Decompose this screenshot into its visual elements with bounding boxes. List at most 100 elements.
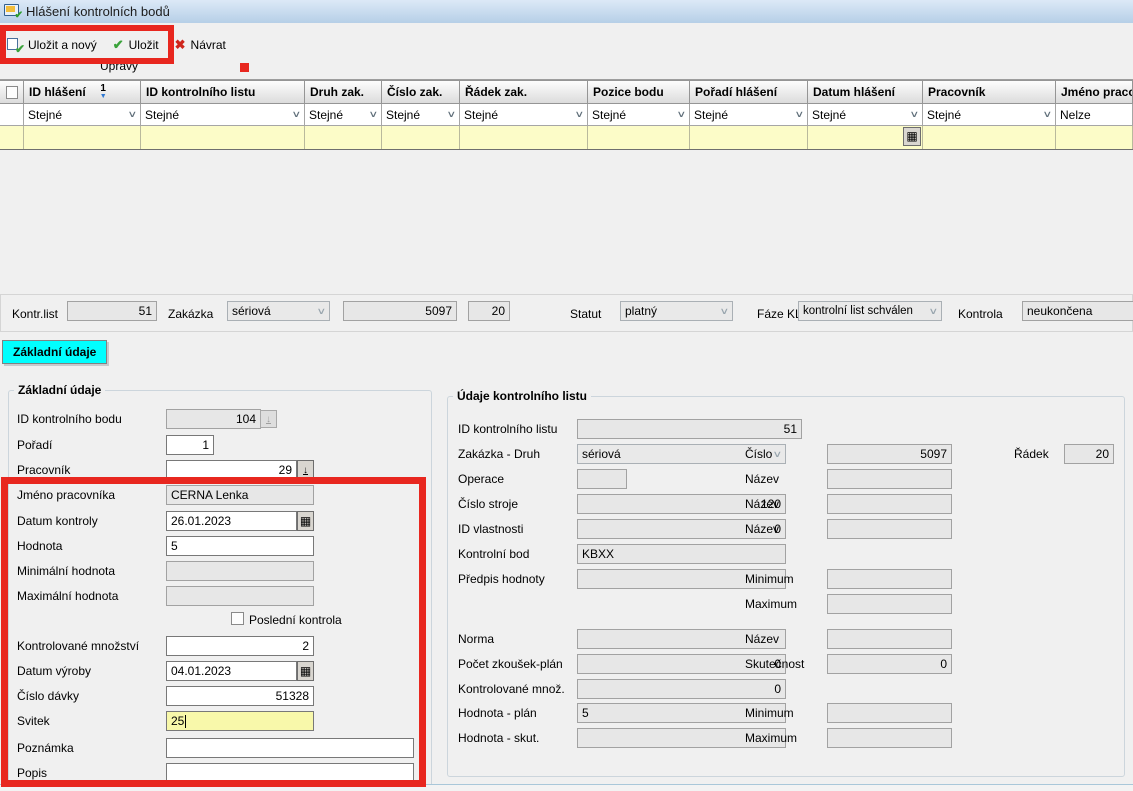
minimum-label: Minimum xyxy=(745,572,794,586)
filter-select xyxy=(0,104,24,126)
app-window: ✔ Hlášení kontrolních bodů ✔ Uložit a no… xyxy=(0,0,1133,791)
cislo-field: 5097 xyxy=(827,444,952,464)
kontrola-label: Kontrola xyxy=(958,307,1003,321)
kontrolni-bod-field: KBXX xyxy=(577,544,786,564)
filter-pracovnik[interactable]: Stejné ∨ xyxy=(923,104,1056,126)
app-icon: ✔ xyxy=(4,4,21,19)
filter-id-hlaseni[interactable]: Stejné ∨ xyxy=(24,104,141,126)
filter-pozice-bodu[interactable]: Stejné ∨ xyxy=(588,104,690,126)
grid-cell-pracovnik[interactable] xyxy=(923,126,1056,149)
grid-cell-id-kontrolniho-listu[interactable] xyxy=(141,126,305,149)
chevron-down-icon: ∨ xyxy=(1043,109,1053,120)
grid-column-radek-zak: Řádek zak. Stejné ∨ xyxy=(460,81,588,149)
grid-cell-id-hlaseni[interactable] xyxy=(24,126,141,149)
maximum-field xyxy=(827,594,952,614)
column-header-cislo-zak[interactable]: Číslo zak. xyxy=(382,81,460,104)
minimum-field xyxy=(827,703,952,723)
filter-datum-hlaseni[interactable]: Stejné ∨ xyxy=(808,104,923,126)
grid-column-druh-zak: Druh zak. Stejné ∨ xyxy=(305,81,382,149)
grid-cell-jmeno-pracovnika[interactable] xyxy=(1056,126,1133,149)
id-kontrolniho-bodu-label: ID kontrolního bodu xyxy=(17,412,122,426)
faze-kl-dropdown: kontrolní list schválen∨ xyxy=(798,301,942,321)
kontrolovane-mnoz-label: Kontrolované množ. xyxy=(458,682,565,696)
grid-column-jmeno-pracovnika: Jméno pracovníka Nelze xyxy=(1056,81,1133,149)
chevron-down-icon: ∨ xyxy=(292,109,302,120)
grid-cell-poradi-hlaseni[interactable] xyxy=(690,126,808,149)
zakazka-radek-field: 20 xyxy=(468,301,510,321)
column-header-datum-hlaseni[interactable]: Datum hlášení xyxy=(808,81,923,104)
column-header-pracovnik[interactable]: Pracovník xyxy=(923,81,1056,104)
filter-poradi-hlaseni[interactable]: Stejné ∨ xyxy=(690,104,808,126)
norma-label: Norma xyxy=(458,632,494,646)
arrow-down-icon: ↓ xyxy=(303,465,308,476)
skutecnost-label: Skutečnost xyxy=(745,657,804,671)
id-kontrolniho-listu-field: 51 xyxy=(577,419,802,439)
select-all-header xyxy=(0,81,24,104)
id-kontrolniho-bodu-spin-button: ↓ xyxy=(260,410,277,428)
calendar-icon: ▦ xyxy=(906,131,917,142)
maximum-field xyxy=(827,728,952,748)
column-header-id-hlaseni[interactable]: ID hlášení 1 ▼ xyxy=(24,81,141,104)
kontrolni-bod-label: Kontrolní bod xyxy=(458,547,529,561)
column-header-id-kontrolniho-listu[interactable]: ID kontrolního listu xyxy=(141,81,305,104)
radek-label: Řádek xyxy=(1014,447,1049,461)
radek-field: 20 xyxy=(1064,444,1114,464)
column-header-radek-zak[interactable]: Řádek zak. xyxy=(460,81,588,104)
statut-dropdown: platný∨ xyxy=(620,301,733,321)
chevron-down-icon: ∨ xyxy=(929,306,939,317)
kontrola-field: neukončena xyxy=(1022,301,1133,321)
grid-cell-druh-zak[interactable] xyxy=(305,126,382,149)
filter-cislo-zak[interactable]: Stejné ∨ xyxy=(382,104,460,126)
grid-column-cislo-zak: Číslo zak. Stejné ∨ xyxy=(382,81,460,149)
column-label: ID hlášení xyxy=(29,85,86,99)
id-kontrolniho-listu-label: ID kontrolního listu xyxy=(458,422,557,436)
select-all-checkbox[interactable] xyxy=(6,86,18,99)
grid-cell-radek-zak[interactable] xyxy=(460,126,588,149)
filter-radek-zak[interactable]: Stejné ∨ xyxy=(460,104,588,126)
column-header-pozice-bodu[interactable]: Pozice bodu xyxy=(588,81,690,104)
id-kontrolniho-bodu-field: 104 xyxy=(166,409,261,429)
group-udaje-kontrolniho-listu: Údaje kontrolního listu ID kontrolního l… xyxy=(447,396,1125,777)
chevron-down-icon: ∨ xyxy=(317,306,327,317)
grid-cell-select[interactable] xyxy=(0,126,24,149)
nazev-label: Název xyxy=(745,632,779,646)
grid-cell-cislo-zak[interactable] xyxy=(382,126,460,149)
filter-druh-zak[interactable]: Stejné ∨ xyxy=(305,104,382,126)
grid-cell-pozice-bodu[interactable] xyxy=(588,126,690,149)
tab-zakladni-udaje[interactable]: Základní údaje xyxy=(2,340,107,364)
operace-label: Operace xyxy=(458,472,504,486)
zakazka-cislo-field: 5097 xyxy=(343,301,457,321)
chevron-down-icon: ∨ xyxy=(910,109,920,120)
cislo-label: Číslo xyxy=(745,447,772,461)
cislo-stroje-label: Číslo stroje xyxy=(458,497,518,511)
grid-column-pozice-bodu: Pozice bodu Stejné ∨ xyxy=(588,81,690,149)
back-button[interactable]: ✖ Návrat xyxy=(175,37,226,53)
window-titlebar: ✔ Hlášení kontrolních bodů xyxy=(0,0,1133,23)
nazev-field xyxy=(827,469,952,489)
date-picker-button[interactable]: ▦ xyxy=(903,127,921,146)
column-header-poradi-hlaseni[interactable]: Pořadí hlášení xyxy=(690,81,808,104)
group-title: Základní údaje xyxy=(14,383,105,397)
back-icon: ✖ xyxy=(175,37,186,53)
chevron-down-icon: ∨ xyxy=(575,109,585,120)
column-header-jmeno-pracovnika[interactable]: Jméno pracovníka xyxy=(1056,81,1133,104)
pocet-zkousek-plan-label: Počet zkoušek-plán xyxy=(458,657,563,671)
chevron-down-icon: ∨ xyxy=(677,109,687,120)
filter-jmeno-pracovnika[interactable]: Nelze xyxy=(1056,104,1133,126)
grid-cell-datum-hlaseni[interactable]: ▦ xyxy=(808,126,923,149)
column-header-druh-zak[interactable]: Druh zak. xyxy=(305,81,382,104)
skutecnost-field: 0 xyxy=(827,654,952,674)
group-title: Údaje kontrolního listu xyxy=(453,389,591,403)
highlight-square xyxy=(240,63,249,72)
grid-column-datum-hlaseni: Datum hlášení Stejné ∨ ▦ xyxy=(808,81,923,149)
grid-column-id-kontrolniho-listu: ID kontrolního listu Stejné ∨ xyxy=(141,81,305,149)
maximum-label: Maximum xyxy=(745,597,797,611)
zakazka-label: Zakázka xyxy=(168,307,213,321)
hodnota-plan-label: Hodnota - plán xyxy=(458,706,537,720)
poradi-field[interactable]: 1 xyxy=(166,435,214,455)
back-label: Návrat xyxy=(191,38,226,52)
maximum-label: Maximum xyxy=(745,731,797,745)
nazev-field xyxy=(827,519,952,539)
chevron-down-icon: ∨ xyxy=(773,449,783,460)
filter-id-kontrolniho-listu[interactable]: Stejné ∨ xyxy=(141,104,305,126)
